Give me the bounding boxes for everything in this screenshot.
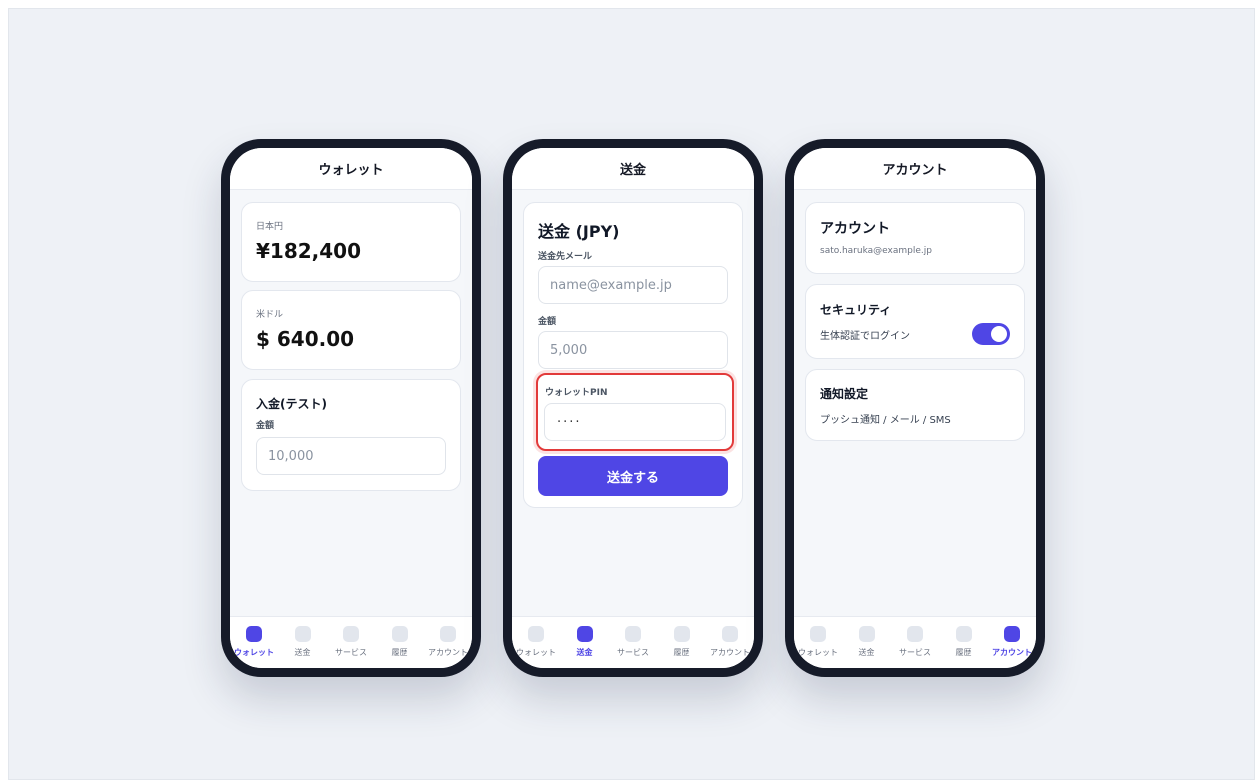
account-title: アカウント: [794, 148, 1036, 190]
transfer-icon: [576, 626, 593, 642]
nav-account[interactable]: アカウント: [424, 626, 472, 658]
nav-history[interactable]: 履歴: [940, 626, 988, 658]
nav-transfer[interactable]: 送金: [843, 626, 891, 658]
jpy-label: 日本円: [256, 222, 284, 232]
canvas: ウォレット 日本円 ¥182,400 米ドル $ 640.00 入金(テスト) …: [8, 8, 1255, 780]
notify-card: 通知設定 プッシュ通知 / メール / SMS: [805, 369, 1025, 441]
wallet-icon: [246, 626, 262, 642]
nav-services[interactable]: サービス: [327, 626, 375, 658]
nav-transfer[interactable]: 送金: [279, 626, 327, 658]
bottom-nav: ウォレット 送金 サービス 履歴 アカウント: [512, 616, 754, 668]
bottom-nav: ウォレット 送金 サービス 履歴 アカウント: [230, 616, 472, 668]
usd-balance: $ 640.00: [256, 327, 355, 351]
deposit-amount-input[interactable]: 10,000: [256, 437, 446, 475]
account-icon: [1004, 626, 1020, 642]
history-icon: [391, 626, 408, 642]
email-label: 送金先メール: [538, 252, 593, 262]
nav-history[interactable]: 履歴: [376, 626, 424, 658]
bottom-nav: ウォレット 送金 サービス 履歴 アカウント: [794, 616, 1036, 668]
toggle-knob: [991, 326, 1007, 342]
jpy-balance-card: 日本円 ¥182,400: [241, 202, 461, 282]
notify-value: プッシュ通知 / メール / SMS: [820, 415, 951, 426]
submit-transfer-button[interactable]: 送金する: [538, 456, 728, 496]
phone-wallet: ウォレット 日本円 ¥182,400 米ドル $ 640.00 入金(テスト) …: [221, 139, 481, 677]
deposit-amount-label: 金額: [256, 421, 275, 431]
phone-transfer: 送金 送金 (JPY) 送金先メール name@example.jp 金額 5,…: [503, 139, 763, 677]
account-screen: アカウント アカウント sato.haruka@example.jp セキュリテ…: [794, 148, 1036, 668]
services-icon: [625, 626, 641, 642]
account-email: sato.haruka@example.jp: [820, 246, 932, 256]
amount-label: 金額: [538, 317, 557, 327]
usd-balance-card: 米ドル $ 640.00: [241, 290, 461, 370]
account-heading: アカウント: [820, 221, 890, 237]
jpy-balance: ¥182,400: [256, 239, 362, 263]
transfer-icon: [858, 626, 875, 642]
usd-label: 米ドル: [256, 310, 284, 320]
wallet-title: ウォレット: [230, 148, 472, 190]
phone-account: アカウント アカウント sato.haruka@example.jp セキュリテ…: [785, 139, 1045, 677]
nav-wallet[interactable]: ウォレット: [230, 626, 278, 658]
wallet-screen: ウォレット 日本円 ¥182,400 米ドル $ 640.00 入金(テスト) …: [230, 148, 472, 668]
services-icon: [343, 626, 359, 642]
nav-services[interactable]: サービス: [891, 626, 939, 658]
security-card: セキュリティ 生体認証でログイン: [805, 284, 1025, 359]
history-icon: [955, 626, 972, 642]
transfer-form-title: 送金 (JPY): [538, 222, 620, 241]
pin-highlight: ウォレットPIN ····: [536, 373, 734, 451]
history-icon: [673, 626, 690, 642]
transfer-icon: [294, 626, 311, 642]
account-icon: [440, 626, 456, 642]
biometric-label: 生体認証でログイン: [820, 331, 910, 342]
deposit-title: 入金(テスト): [256, 397, 327, 411]
pin-field[interactable]: ····: [544, 403, 726, 441]
nav-account[interactable]: アカウント: [988, 626, 1036, 658]
transfer-form-card: 送金 (JPY) 送金先メール name@example.jp 金額 5,000…: [523, 202, 743, 508]
account-card: アカウント sato.haruka@example.jp: [805, 202, 1025, 274]
nav-account[interactable]: アカウント: [706, 626, 754, 658]
transfer-title: 送金: [512, 148, 754, 190]
nav-services[interactable]: サービス: [609, 626, 657, 658]
nav-history[interactable]: 履歴: [658, 626, 706, 658]
pin-label: ウォレットPIN: [545, 388, 608, 398]
security-title: セキュリティ: [820, 303, 892, 317]
wallet-icon: [528, 626, 544, 642]
biometric-toggle[interactable]: [972, 323, 1010, 345]
nav-wallet[interactable]: ウォレット: [794, 626, 842, 658]
wallet-icon: [810, 626, 826, 642]
amount-field[interactable]: 5,000: [538, 331, 728, 369]
services-icon: [907, 626, 923, 642]
deposit-card: 入金(テスト) 金額 10,000: [241, 379, 461, 491]
notify-title: 通知設定: [820, 387, 869, 401]
transfer-screen: 送金 送金 (JPY) 送金先メール name@example.jp 金額 5,…: [512, 148, 754, 668]
account-icon: [722, 626, 738, 642]
nav-wallet[interactable]: ウォレット: [512, 626, 560, 658]
email-field[interactable]: name@example.jp: [538, 266, 728, 304]
nav-transfer[interactable]: 送金: [561, 626, 609, 658]
